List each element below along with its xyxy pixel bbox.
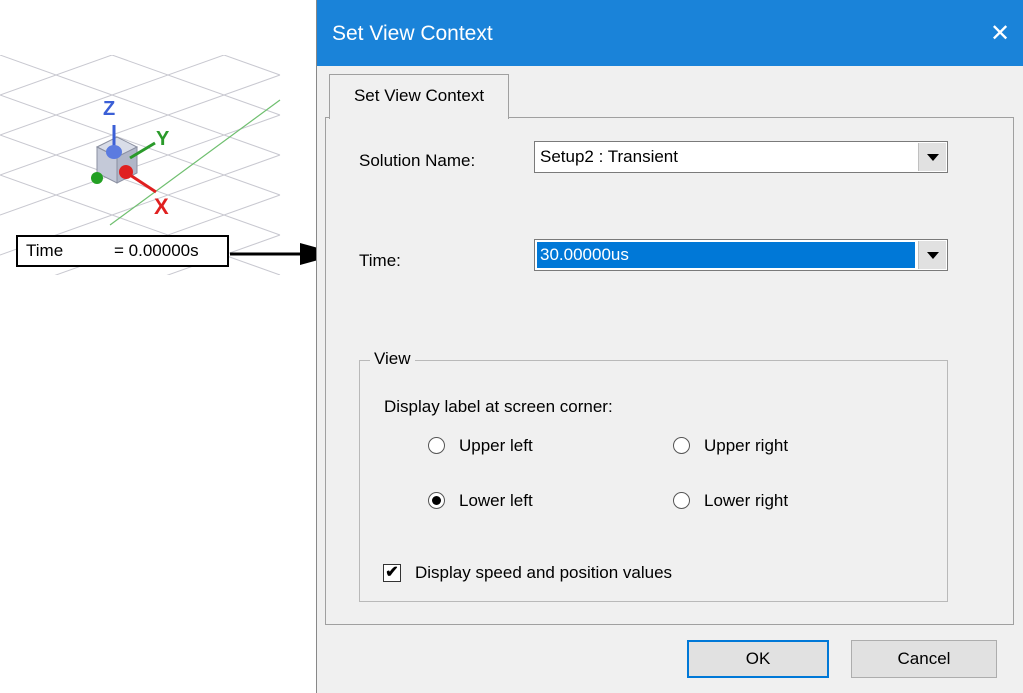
display-speed-label[interactable]: Display speed and position values (415, 563, 672, 583)
ok-button[interactable]: OK (687, 640, 829, 678)
tab-set-view-context[interactable]: Set View Context (329, 74, 509, 119)
dialog-title: Set View Context (332, 22, 493, 45)
set-view-context-dialog: Set View Context ✕ Set View Context Solu… (316, 0, 1023, 693)
radio-upper-left[interactable] (428, 437, 445, 454)
radio-lower-right[interactable] (673, 492, 690, 509)
cancel-button[interactable]: Cancel (851, 640, 997, 678)
dialog-titlebar[interactable]: Set View Context ✕ (317, 0, 1023, 66)
solution-name-label: Solution Name: (359, 151, 476, 170)
z-axis-label: Z (103, 98, 116, 120)
lower-right-label[interactable]: Lower right (704, 491, 788, 511)
radio-lower-left[interactable] (428, 492, 445, 509)
display-speed-checkbox[interactable]: ✔ (383, 564, 401, 582)
chevron-down-icon[interactable] (918, 143, 946, 171)
time-label-name: Time (26, 241, 64, 260)
upper-left-label[interactable]: Upper left (459, 436, 533, 456)
solution-name-value: Setup2 : Transient (540, 147, 678, 166)
upper-right-label[interactable]: Upper right (704, 436, 788, 456)
chevron-down-icon[interactable] (918, 241, 946, 269)
viewport-time-label: Time = 0.00000s (16, 235, 229, 267)
time-combo[interactable]: 30.00000us (534, 239, 948, 271)
x-axis-label: X (154, 194, 169, 219)
view-legend: View (370, 349, 415, 369)
time-field-label: Time: (359, 251, 401, 270)
time-value: 30.00000us (540, 245, 629, 264)
close-icon[interactable]: ✕ (977, 14, 1023, 54)
lower-left-label[interactable]: Lower left (459, 491, 533, 511)
y-axis-label: Y (156, 128, 170, 150)
solution-name-combo[interactable]: Setup2 : Transient (534, 141, 948, 173)
time-label-value: = 0.00000s (114, 241, 199, 260)
corner-label: Display label at screen corner: (384, 397, 613, 416)
radio-upper-right[interactable] (673, 437, 690, 454)
